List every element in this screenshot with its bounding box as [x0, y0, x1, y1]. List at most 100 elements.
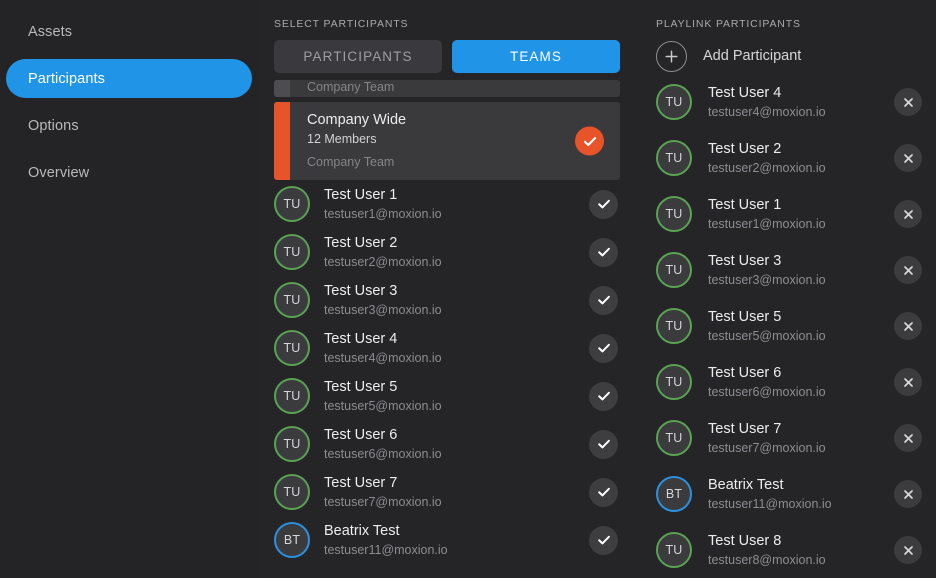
avatar: BT: [656, 476, 692, 512]
sidebar-item-overview[interactable]: Overview: [6, 153, 252, 192]
select-participants-scroll-area[interactable]: Company Team Company Wide 12 Members Com…: [258, 80, 638, 578]
sidebar-item-participants[interactable]: Participants: [6, 59, 252, 98]
participant-row[interactable]: TU Test User 3 testuser3@moxion.io: [274, 276, 620, 324]
participant-info: Test User 8 testuser8@moxion.io: [708, 533, 894, 568]
playlink-participant-row[interactable]: BT Beatrix Test testuser11@moxion.io: [656, 466, 922, 522]
participant-email: testuser1@moxion.io: [324, 206, 442, 221]
participant-name: Test User 1: [324, 186, 398, 203]
team-card-company-wide[interactable]: Company Wide 12 Members Company Team: [274, 102, 620, 180]
participant-info: Test User 3 testuser3@moxion.io: [708, 253, 894, 288]
avatar: TU: [656, 532, 692, 568]
playlink-participant-row[interactable]: TU Test User 5 testuser5@moxion.io: [656, 298, 922, 354]
remove-participant-close-icon[interactable]: [894, 200, 922, 228]
participant-row[interactable]: TU Test User 4 testuser4@moxion.io: [274, 324, 620, 372]
plus-icon: [656, 40, 687, 72]
team-accent-bar: [274, 80, 290, 97]
avatar: TU: [274, 474, 310, 510]
avatar: TU: [656, 84, 692, 120]
participant-email: testuser6@moxion.io: [708, 384, 826, 399]
participant-name: Test User 5: [708, 308, 782, 325]
checkmark-icon[interactable]: [589, 285, 618, 315]
participant-row[interactable]: TU Test User 1 testuser1@moxion.io: [274, 180, 620, 228]
participant-info: Test User 2 testuser2@moxion.io: [324, 235, 589, 270]
team-card-footer: Company Team: [307, 155, 395, 169]
sidebar-item-options[interactable]: Options: [6, 106, 252, 145]
playlink-participant-row[interactable]: TU Test User 7 testuser7@moxion.io: [656, 410, 922, 466]
participant-info: Test User 6 testuser6@moxion.io: [708, 365, 894, 400]
participant-name: Test User 4: [324, 330, 398, 347]
participant-email: testuser4@moxion.io: [324, 350, 442, 365]
checkmark-icon[interactable]: [589, 189, 618, 219]
participant-name: Test User 7: [708, 420, 782, 437]
participant-email: testuser1@moxion.io: [708, 216, 826, 231]
team-selected-checkmark-icon[interactable]: [575, 126, 604, 156]
remove-participant-close-icon[interactable]: [894, 536, 922, 564]
team-card-partial[interactable]: Company Team: [274, 80, 620, 97]
participant-info: Test User 4 testuser4@moxion.io: [708, 85, 894, 120]
checkmark-icon[interactable]: [589, 333, 618, 363]
checkmark-icon[interactable]: [589, 381, 618, 411]
participant-info: Test User 7 testuser7@moxion.io: [708, 421, 894, 456]
team-card-body: Company Team: [290, 80, 620, 97]
checkmark-icon[interactable]: [589, 477, 618, 507]
participant-row[interactable]: TU Test User 5 testuser5@moxion.io: [274, 372, 620, 420]
playlink-participant-row[interactable]: TU Test User 1 testuser1@moxion.io: [656, 186, 922, 242]
tab-teams[interactable]: TEAMS: [452, 40, 620, 73]
participant-row[interactable]: BT Beatrix Test testuser11@moxion.io: [274, 516, 620, 564]
participant-row[interactable]: TU Test User 6 testuser6@moxion.io: [274, 420, 620, 468]
remove-participant-close-icon[interactable]: [894, 312, 922, 340]
remove-participant-close-icon[interactable]: [894, 368, 922, 396]
participant-name: Test User 3: [324, 282, 398, 299]
participant-row[interactable]: TU Test User 7 testuser7@moxion.io: [274, 468, 620, 516]
remove-participant-close-icon[interactable]: [894, 88, 922, 116]
participant-info: Test User 4 testuser4@moxion.io: [324, 331, 589, 366]
team-card-body: Company Wide 12 Members Company Team: [290, 102, 620, 180]
sidebar-item-label: Participants: [28, 70, 105, 87]
tab-participants-label: PARTICIPANTS: [303, 49, 413, 64]
playlink-participant-rows: TU Test User 4 testuser4@moxion.io TU Test U…: [638, 74, 936, 578]
tab-participants[interactable]: PARTICIPANTS: [274, 40, 442, 73]
remove-participant-close-icon[interactable]: [894, 480, 922, 508]
checkmark-icon[interactable]: [589, 525, 618, 555]
sidebar: Assets Participants Options Overview: [0, 0, 258, 578]
add-participant-label: Add Participant: [703, 48, 802, 64]
select-participants-panel: SELECT PARTICIPANTS PARTICIPANTS TEAMS C…: [258, 0, 638, 578]
playlink-participant-row[interactable]: TU Test User 6 testuser6@moxion.io: [656, 354, 922, 410]
avatar: TU: [274, 426, 310, 462]
sidebar-item-assets[interactable]: Assets: [6, 12, 252, 51]
participant-info: Test User 1 testuser1@moxion.io: [708, 197, 894, 232]
add-participant-button[interactable]: Add Participant: [638, 30, 936, 72]
participant-info: Test User 2 testuser2@moxion.io: [708, 141, 894, 176]
avatar: TU: [656, 364, 692, 400]
participant-info: Beatrix Test testuser11@moxion.io: [708, 477, 894, 512]
remove-participant-close-icon[interactable]: [894, 144, 922, 172]
remove-participant-close-icon[interactable]: [894, 424, 922, 452]
playlink-participant-row[interactable]: TU Test User 2 testuser2@moxion.io: [656, 130, 922, 186]
participant-name: Test User 7: [324, 474, 398, 491]
participant-name: Test User 5: [324, 378, 398, 395]
playlink-participant-row[interactable]: TU Test User 4 testuser4@moxion.io: [656, 74, 922, 130]
participant-name: Beatrix Test: [324, 522, 400, 539]
participants-screen: Assets Participants Options Overview SEL…: [0, 0, 936, 578]
playlink-participant-row[interactable]: TU Test User 8 testuser8@moxion.io: [656, 522, 922, 578]
avatar: TU: [274, 282, 310, 318]
participant-name: Test User 2: [324, 234, 398, 251]
avatar: TU: [274, 186, 310, 222]
participant-email: testuser7@moxion.io: [708, 440, 826, 455]
participant-row[interactable]: TU Test User 2 testuser2@moxion.io: [274, 228, 620, 276]
avatar: TU: [656, 420, 692, 456]
participant-email: testuser11@moxion.io: [708, 496, 832, 511]
participant-email: testuser4@moxion.io: [708, 104, 826, 119]
checkmark-icon[interactable]: [589, 429, 618, 459]
remove-participant-close-icon[interactable]: [894, 256, 922, 284]
team-name: Company Wide: [307, 112, 407, 128]
participant-email: testuser2@moxion.io: [324, 254, 442, 269]
playlink-participant-row[interactable]: TU Test User 3 testuser3@moxion.io: [656, 242, 922, 298]
checkmark-icon[interactable]: [589, 237, 618, 267]
participant-email: testuser6@moxion.io: [324, 446, 442, 461]
participant-name: Test User 4: [708, 84, 782, 101]
participant-email: testuser5@moxion.io: [324, 398, 442, 413]
participant-name: Test User 3: [708, 252, 782, 269]
participant-email: testuser11@moxion.io: [324, 542, 448, 557]
